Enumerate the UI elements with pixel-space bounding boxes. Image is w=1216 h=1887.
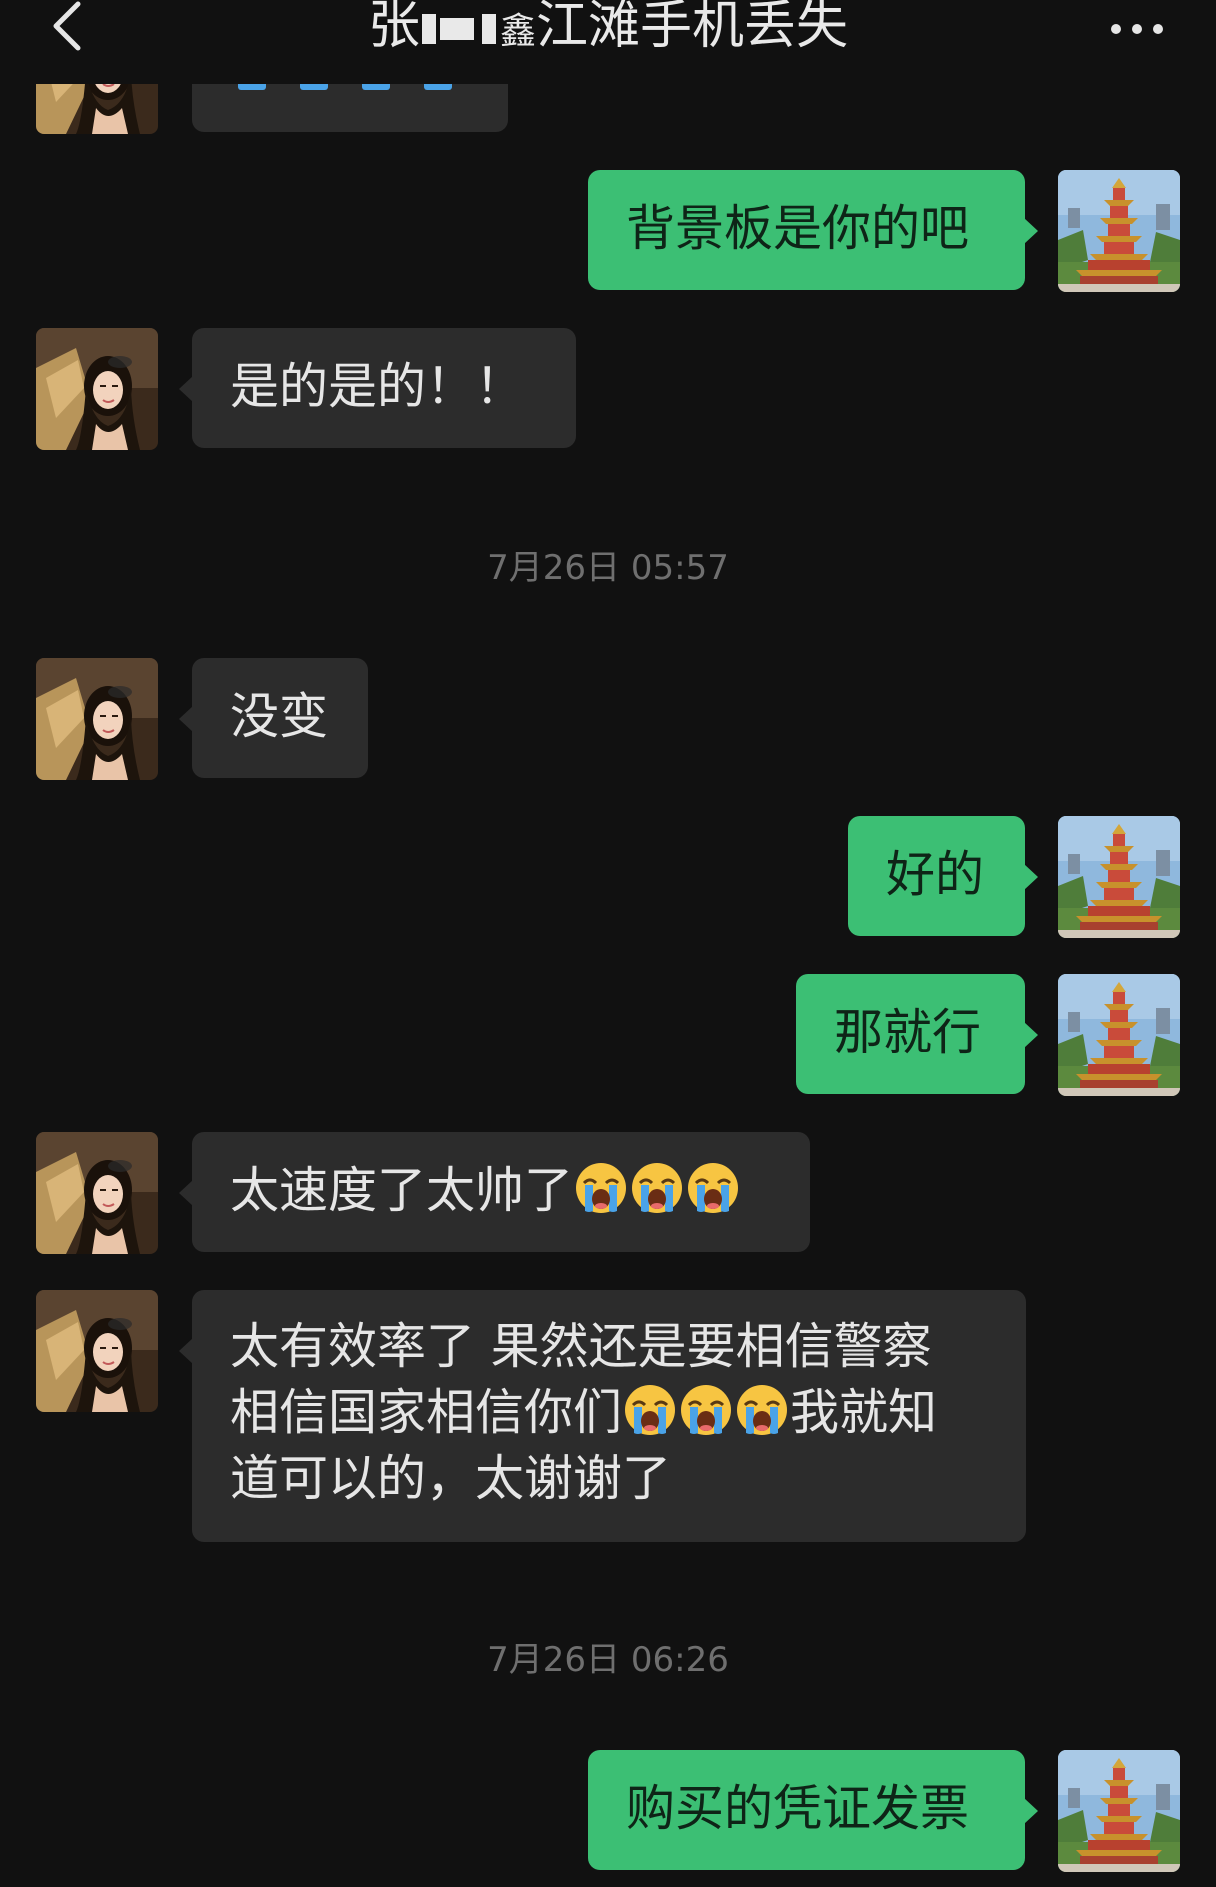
title-redaction [481, 14, 496, 44]
message-text: 好的 [886, 846, 985, 903]
message-bubble-outgoing[interactable]: 背景板是你的吧 [588, 170, 1038, 290]
loudly-crying-face-emoji [735, 1383, 789, 1437]
message-text: 没变 [230, 688, 329, 745]
message-bubble-incoming[interactable]: 是的是的！！ [179, 328, 576, 448]
loudly-crying-face-emoji [679, 1383, 733, 1437]
message-text: 是的是的！！ [230, 358, 525, 415]
loudly-crying-face-emoji [623, 1383, 677, 1437]
chat-title-suffix: 江滩手机丢失 [536, 0, 849, 56]
top-nav-bar: 张 鑫江滩手机丢失 [0, 0, 1216, 84]
more-dots-icon[interactable] [1108, 14, 1166, 44]
timestamp: 7月26日 05:57 [487, 548, 729, 588]
title-redaction [421, 14, 436, 44]
message-bubble-outgoing[interactable]: 好的 [848, 816, 1038, 936]
self-avatar[interactable] [1058, 1750, 1180, 1872]
message-text-line: 相信国家相信你们 我就知 [230, 1380, 988, 1446]
message-bubble-incoming[interactable]: 太有效率了 果然还是要相信警察 相信国家相信你们 我就知 道可以的，太谢谢了 [179, 1290, 1026, 1542]
timestamp: 7月26日 06:26 [487, 1640, 729, 1680]
message-text: 相信国家相信你们 [230, 1384, 623, 1441]
message-text: 那就行 [834, 1004, 982, 1061]
contact-avatar[interactable] [36, 658, 158, 780]
message-bubble-outgoing[interactable]: 那就行 [796, 974, 1038, 1094]
self-avatar[interactable] [1058, 170, 1180, 292]
chat-title: 张 鑫江滩手机丢失 [0, 0, 1216, 64]
title-redaction [439, 18, 474, 40]
message-text-line: 道可以的，太谢谢了 [230, 1450, 672, 1507]
contact-avatar[interactable] [36, 1290, 158, 1412]
contact-avatar[interactable] [36, 328, 158, 450]
message-text: 我就知 [790, 1384, 938, 1441]
message-bubble-outgoing[interactable]: 购买的凭证发票 [588, 1750, 1038, 1870]
loudly-crying-face-emoji [686, 1161, 740, 1215]
chat-title-mid: 鑫 [499, 11, 536, 52]
message-bubble-incoming[interactable]: 没变 [179, 658, 368, 778]
message-text: 太速度了太帅了 [230, 1162, 574, 1219]
contact-avatar[interactable] [36, 1132, 158, 1254]
self-avatar[interactable] [1058, 974, 1180, 1096]
chat-title-prefix: 张 [367, 0, 420, 56]
message-text: 背景板是你的吧 [626, 200, 970, 257]
message-bubble-incoming[interactable]: 太速度了太帅了 [179, 1132, 810, 1252]
self-avatar[interactable] [1058, 816, 1180, 938]
loudly-crying-face-emoji [574, 1161, 628, 1215]
message-text: 购买的凭证发票 [626, 1780, 970, 1837]
message-text-line: 太有效率了 果然还是要相信警察 [230, 1318, 932, 1375]
loudly-crying-face-emoji [630, 1161, 684, 1215]
